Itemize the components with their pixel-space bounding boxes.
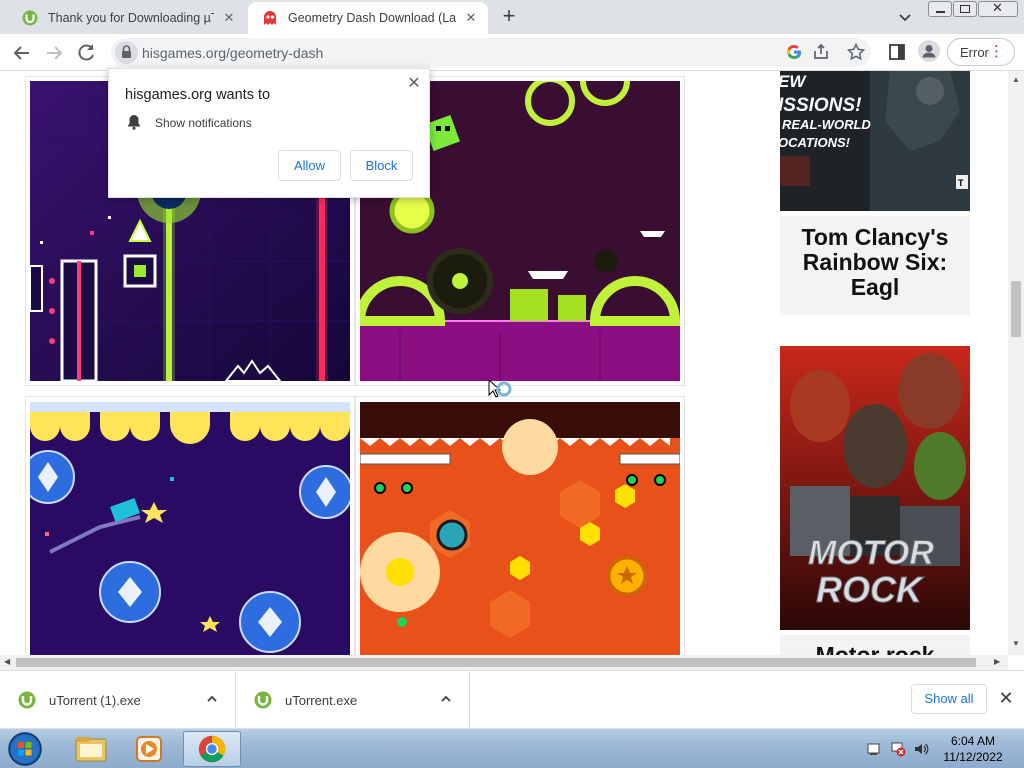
windows-start-orb-icon[interactable] — [6, 731, 44, 767]
tab-close-icon[interactable]: ✕ — [220, 9, 238, 27]
rainbow-six-banner-image[interactable]: T EW ISSIONS! REAL-WORLD OCATIONS! — [778, 71, 970, 211]
prompt-heading: hisgames.org wants to — [125, 87, 271, 103]
show-all-downloads-button[interactable]: Show all — [911, 684, 987, 714]
close-window-button[interactable]: ✕ — [978, 0, 1018, 17]
download-filename: uTorrent.exe — [285, 693, 358, 708]
chrome-taskbar-icon[interactable] — [183, 731, 241, 767]
kebab-menu-icon: ⋮ — [989, 43, 1004, 60]
svg-text:T: T — [958, 178, 964, 188]
horizontal-scrollbar[interactable]: ◀ ▶ — [0, 655, 1008, 670]
allow-button[interactable]: Allow — [278, 150, 341, 181]
block-button[interactable]: Block — [350, 150, 413, 181]
close-icon[interactable]: ✕ — [996, 688, 1016, 708]
side-panel-icon[interactable] — [887, 42, 907, 62]
file-explorer-icon[interactable] — [62, 731, 120, 767]
error-label: Error — [960, 45, 989, 60]
url-text[interactable]: hisgames.org/geometry-dash — [142, 45, 323, 61]
site-info-lock-icon[interactable] — [115, 41, 138, 64]
banner-text: MOTOR — [808, 534, 934, 572]
ghost-favicon-icon — [264, 11, 276, 25]
profile-avatar-icon[interactable] — [918, 40, 940, 62]
system-clock[interactable]: 6:04 AM 11/12/2022 — [934, 733, 1012, 765]
clock-date: 11/12/2022 — [943, 750, 1003, 764]
download-shelf: uTorrent (1).exe uTorrent.exe Show all ✕ — [0, 670, 1024, 728]
tab-geometry-dash[interactable]: Geometry Dash Download (Last Version) ✕ — [248, 2, 488, 34]
utorrent-file-icon — [254, 691, 272, 709]
clock-time: 6:04 AM — [950, 734, 996, 748]
minimize-window-button[interactable] — [928, 1, 952, 17]
tab-title: Thank you for Downloading µTorrent — [48, 11, 214, 25]
sidebar-ads: T EW ISSIONS! REAL-WORLD OCATIONS! Tom C… — [778, 71, 970, 655]
share-icon[interactable] — [811, 42, 831, 62]
tab-close-icon[interactable]: ✕ — [462, 9, 480, 27]
ad-title[interactable]: Tom Clancy's Rainbow Six: Eagl — [780, 216, 970, 315]
banner-text: ISSIONS! — [780, 95, 861, 116]
browser-toolbar: hisgames.org/geometry-dash Error ⋮ — [0, 34, 1024, 71]
geometry-dash-blue-screenshot[interactable] — [30, 402, 350, 655]
tab-title: Geometry Dash Download (Last Version) — [288, 11, 456, 25]
vertical-scrollbar[interactable]: ▲ ▼ — [1008, 71, 1024, 655]
download-filename: uTorrent (1).exe — [49, 693, 141, 708]
permission-label: Show notifications — [155, 116, 252, 130]
sidebar-ad-rainbow-six[interactable]: T EW ISSIONS! REAL-WORLD OCATIONS! Tom C… — [778, 71, 970, 315]
volume-icon[interactable] — [913, 741, 929, 757]
scroll-down-arrow-icon[interactable]: ▼ — [1012, 639, 1020, 648]
utorrent-file-icon — [18, 691, 36, 709]
scroll-right-arrow-icon[interactable]: ▶ — [994, 657, 1000, 666]
ad-title[interactable]: Motor rock — [780, 635, 970, 655]
banner-text: EW — [780, 72, 807, 91]
game-screenshot-cell — [25, 396, 355, 655]
network-warning-icon[interactable] — [890, 741, 906, 757]
chevron-up-icon[interactable] — [440, 693, 452, 705]
chevron-up-icon[interactable] — [206, 693, 218, 705]
horizontal-scroll-thumb[interactable] — [16, 658, 976, 667]
windows-taskbar: 6:04 AM 11/12/2022 — [0, 728, 1024, 768]
media-player-icon[interactable] — [120, 731, 178, 767]
sidebar-ad-motor-rock[interactable]: MOTOR ROCK Motor rock — [780, 346, 970, 655]
google-translate-icon[interactable] — [784, 42, 804, 62]
tab-utorrent-thank-you[interactable]: Thank you for Downloading µTorrent ✕ — [8, 2, 246, 34]
motor-rock-cover-image[interactable]: MOTOR ROCK — [780, 346, 970, 630]
new-tab-button[interactable]: + — [498, 5, 520, 28]
busy-cursor-icon — [488, 379, 512, 398]
geometry-dash-orange-screenshot[interactable] — [360, 402, 680, 655]
bookmark-star-icon[interactable] — [846, 42, 866, 62]
forward-arrow-icon[interactable] — [42, 41, 66, 65]
scroll-left-arrow-icon[interactable]: ◀ — [4, 657, 10, 666]
download-item[interactable]: uTorrent.exe — [236, 671, 470, 728]
close-icon[interactable]: ✕ — [405, 73, 423, 93]
action-center-flag-icon[interactable] — [866, 741, 882, 757]
notification-permission-prompt: hisgames.org wants to Show notifications… — [108, 68, 430, 198]
download-item[interactable]: uTorrent (1).exe — [0, 671, 236, 728]
address-bar[interactable]: hisgames.org/geometry-dash — [111, 38, 871, 67]
tab-search-chevron-icon[interactable] — [896, 8, 914, 26]
reload-icon[interactable] — [74, 41, 98, 65]
browser-tab-strip: Thank you for Downloading µTorrent ✕ Geo… — [0, 0, 1024, 34]
game-screenshot-cell — [355, 396, 685, 655]
banner-text: ROCK — [816, 569, 925, 610]
vertical-scroll-thumb[interactable] — [1011, 281, 1021, 337]
utorrent-favicon-icon — [22, 10, 38, 26]
back-arrow-icon[interactable] — [10, 41, 34, 65]
error-menu-button[interactable]: Error ⋮ — [947, 38, 1015, 66]
restore-window-button[interactable] — [953, 1, 977, 17]
scroll-up-arrow-icon[interactable]: ▲ — [1012, 75, 1020, 84]
banner-text: REAL-WORLD — [782, 117, 871, 132]
banner-text: OCATIONS! — [780, 135, 851, 150]
bell-icon — [128, 115, 140, 130]
